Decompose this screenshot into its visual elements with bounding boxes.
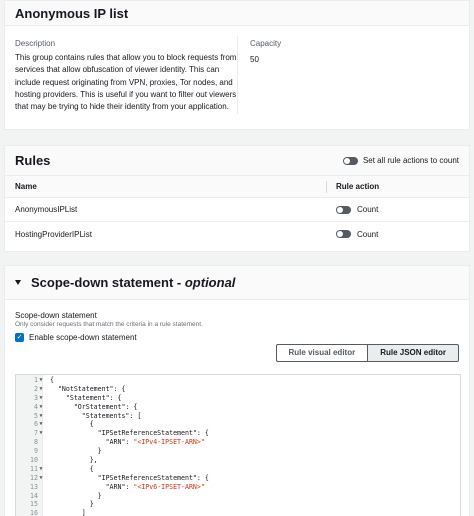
- rule-group-details-panel: Anonymous IP list Description This group…: [4, 0, 470, 130]
- line-number: 6: [34, 420, 38, 429]
- line-number: 3: [34, 393, 38, 402]
- code-text: "ARN": "<IPv4-IPSET-ARN>": [50, 438, 205, 447]
- code-string: "<IPv6-IPSET-ARN>": [133, 482, 205, 491]
- code-text: "Statements": [: [50, 411, 142, 420]
- optional-label: optional: [184, 275, 236, 290]
- line-number: 15: [30, 500, 38, 509]
- line-number: 7: [34, 429, 38, 438]
- line-number: 12: [30, 473, 38, 482]
- capacity-label: Capacity: [250, 39, 282, 48]
- set-all-count-label: Set all rule actions to count: [362, 156, 459, 165]
- line-number: 10: [30, 456, 38, 465]
- code-line: 1 ▼{: [16, 376, 460, 385]
- description-text: This group contains rules that allow you…: [15, 53, 237, 112]
- scope-down-title: Scope-down statement - optional: [31, 275, 236, 290]
- line-number: 4: [34, 402, 38, 411]
- code-text: },: [50, 456, 98, 465]
- enable-scope-down-label: Enable scope-down statement: [29, 333, 137, 342]
- code-text: "IPSetReferenceStatement": {: [50, 473, 209, 482]
- column-header-name: Name: [15, 182, 37, 191]
- code-text: "ARN": "<IPv6-IPSET-ARN>": [50, 482, 205, 491]
- count-toggle-icon[interactable]: [336, 230, 351, 238]
- code-text: "NotStatement": {: [50, 384, 126, 393]
- code-line: 14 }: [16, 492, 460, 501]
- rule-name: AnonymousIPList: [15, 205, 78, 214]
- set-all-count-toggle-icon[interactable]: [342, 156, 358, 165]
- line-number: 2: [34, 384, 38, 393]
- enable-scope-down-control[interactable]: ✓ Enable scope-down statement: [15, 333, 137, 342]
- code-line: 9 }: [16, 447, 460, 456]
- code-line: 6 ▼ {: [16, 420, 460, 429]
- rules-panel: Rules Set all rule actions to count Name…: [4, 145, 470, 252]
- code-line: 16 ]: [16, 509, 460, 516]
- code-string: "<IPv4-IPSET-ARN>": [133, 438, 205, 447]
- rule-group-details-header: Anonymous IP list: [5, 1, 469, 26]
- set-all-count-control[interactable]: Set all rule actions to count: [342, 156, 459, 165]
- code-line: 10 },: [16, 456, 460, 465]
- code-line: 11 ▼ {: [16, 465, 460, 474]
- code-line: 2 ▼ "NotStatement": {: [16, 385, 460, 394]
- count-toggle-icon[interactable]: [336, 205, 351, 214]
- code-line: 5 ▼ "Statements": [: [16, 412, 460, 421]
- code-text: ]: [50, 509, 86, 516]
- code-text: "IPSetReferenceStatement": {: [50, 429, 209, 438]
- rules-table: Name Rule action AnonymousIPList Count H…: [5, 176, 469, 246]
- line-number: 1: [34, 376, 38, 384]
- checkmark-icon[interactable]: ✓: [15, 333, 24, 342]
- table-row: HostingProviderIPList Count: [5, 222, 469, 246]
- rule-name: HostingProviderIPList: [15, 229, 92, 239]
- rule-action-label: Count: [357, 229, 379, 239]
- line-number: 16: [30, 509, 38, 516]
- scope-down-statement-description: Only consider requests that match the cr…: [15, 321, 203, 328]
- code-line: 12 ▼ "IPSetReferenceStatement": {: [16, 474, 460, 483]
- tab-rule-json-editor[interactable]: Rule JSON editor: [367, 344, 459, 362]
- rule-action-control[interactable]: Count: [336, 205, 378, 214]
- code-text: }: [50, 500, 94, 509]
- line-number: 13: [30, 482, 38, 491]
- rule-action-control[interactable]: Count: [336, 230, 378, 239]
- scope-down-panel: Scope-down statement - optional Scope-do…: [4, 265, 470, 516]
- code-line: 4 ▼ "OrStatement": {: [16, 403, 460, 412]
- rules-table-header: Name Rule action: [5, 176, 469, 198]
- scope-down-header[interactable]: Scope-down statement - optional: [5, 266, 469, 300]
- description-label: Description: [15, 39, 56, 48]
- column-divider: [237, 36, 238, 114]
- rules-title: Rules: [15, 153, 51, 168]
- code-text: "OrStatement": {: [50, 402, 138, 411]
- column-header-rule-action: Rule action: [336, 182, 380, 191]
- code-text: }: [50, 491, 102, 500]
- rules-header: Rules Set all rule actions to count: [5, 146, 469, 176]
- code-lines: 1 ▼{2 ▼ "NotStatement": {3 ▼ "Statement": {…: [16, 376, 460, 516]
- tab-rule-visual-editor[interactable]: Rule visual editor: [275, 344, 368, 362]
- editor-mode-switch: Rule visual editor Rule JSON editor: [275, 344, 459, 362]
- code-text: {: [50, 420, 94, 429]
- code-text: }: [50, 447, 102, 456]
- line-number: 5: [34, 411, 38, 420]
- rule-action-label: Count: [357, 205, 379, 214]
- code-line: 7 ▼ "IPSetReferenceStatement": {: [16, 429, 460, 438]
- line-number: 9: [34, 447, 38, 456]
- code-line: 3 ▼ "Statement": {: [16, 394, 460, 403]
- code-text: "Statement": {: [50, 393, 122, 402]
- code-line: 8 "ARN": "<IPv4-IPSET-ARN>": [16, 438, 460, 447]
- line-number: 14: [30, 491, 38, 500]
- capacity-section: Capacity 50: [250, 38, 281, 64]
- code-line: 13 "ARN": "<IPv6-IPSET-ARN>": [16, 483, 460, 492]
- scope-down-statement-label: Scope-down statement: [15, 311, 97, 320]
- code-line: 15 }: [16, 500, 460, 509]
- code-text: {: [50, 464, 94, 473]
- code-text: {: [50, 376, 54, 384]
- json-code-editor[interactable]: 1 ▼{2 ▼ "NotStatement": {3 ▼ "Statement": {…: [15, 374, 461, 516]
- capacity-value: 50: [250, 55, 259, 64]
- table-row: AnonymousIPList Count: [5, 198, 469, 222]
- caret-down-icon[interactable]: [15, 280, 21, 285]
- rule-group-title: Anonymous IP list: [15, 6, 129, 21]
- line-number: 11: [30, 464, 38, 473]
- description-section: Description This group contains rules th…: [15, 38, 240, 113]
- column-separator: [326, 181, 327, 193]
- line-number: 8: [34, 438, 38, 447]
